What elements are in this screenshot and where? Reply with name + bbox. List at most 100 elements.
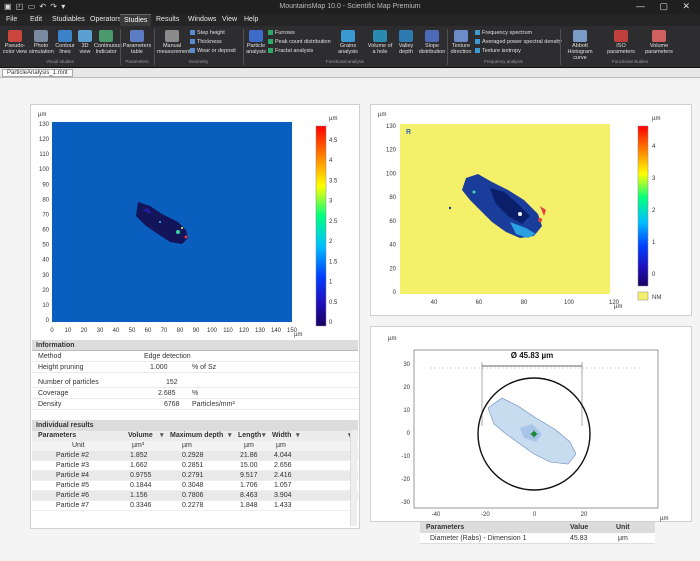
y-tick-label: -10 xyxy=(401,454,410,460)
x-tick-label: 140 xyxy=(271,328,282,334)
grains-analysis-button[interactable]: Grains analysis xyxy=(332,30,364,55)
colorbar-tick-label: 1 xyxy=(652,240,656,246)
volume-parameters-button[interactable]: Volume parameters xyxy=(642,30,676,55)
furrows-icon xyxy=(268,30,273,36)
texture-isotropy-button[interactable]: Texture isotropy xyxy=(475,48,521,54)
grains-analysis-icon xyxy=(341,30,355,42)
document-tab[interactable]: ParticleAnalysis_1.mnt xyxy=(2,69,73,77)
table-row[interactable]: Particle #3 1.662 0.2851 15.00 2.656 xyxy=(32,461,358,471)
photo-simulation-button[interactable]: Photo simulation xyxy=(29,30,54,55)
menu-help[interactable]: Help xyxy=(240,14,262,26)
fractal-analysis-button[interactable]: Fractal analysis xyxy=(268,48,313,54)
y-tick-label: -30 xyxy=(401,500,410,506)
table-row[interactable]: Diameter (Rabs) - Dimension 1 45.83 µm xyxy=(420,533,655,544)
chevron-down-icon[interactable]: ▾ xyxy=(262,431,266,441)
pseudo-color-button[interactable]: Pseudo-color view xyxy=(2,30,28,55)
menu-view[interactable]: View xyxy=(218,14,241,26)
x-tick-label: 120 xyxy=(239,328,250,334)
texture-direction-button[interactable]: Texture direction xyxy=(449,30,473,55)
col-volume[interactable]: Volume xyxy=(128,431,153,441)
menu-edit[interactable]: Edit xyxy=(26,14,46,26)
table-row[interactable]: Particle #4 0.9755 0.2791 9.517 2.416 xyxy=(32,471,358,481)
parameters-table-button[interactable]: Parameters table xyxy=(122,30,152,55)
cell-depth: 0.2791 xyxy=(182,472,204,479)
peak-count-button[interactable]: Peak count distribution xyxy=(268,39,331,45)
y-axis-unit: µm xyxy=(38,112,46,118)
menu-studiables[interactable]: Studiables xyxy=(48,14,89,26)
y-tick-label: 100 xyxy=(386,171,397,177)
y-tick-label: 20 xyxy=(389,266,396,272)
y-tick-label: 10 xyxy=(403,408,410,414)
menu-studies[interactable]: Studies xyxy=(120,14,152,26)
nm-label: NM xyxy=(652,295,661,301)
window-title: MountainsMap 10.0 - Scientific Map Premi… xyxy=(279,3,421,10)
cell-volume: 1.852 xyxy=(130,452,148,459)
table-header: Parameters Value Unit xyxy=(420,522,655,533)
cell-depth: 0.2851 xyxy=(182,462,204,469)
group-label: Visual studies xyxy=(46,59,74,64)
ribbon: Pseudo-color view Photo simulation Conto… xyxy=(0,26,700,68)
valley-depth-button[interactable]: Valley depth xyxy=(395,30,417,55)
volume-parameters-icon xyxy=(652,30,666,42)
col-max-depth[interactable]: Maximum depth xyxy=(170,431,223,441)
y-axis-unit: µm xyxy=(378,112,386,118)
group-label: Frequency analysis xyxy=(484,59,523,64)
peak-count-icon xyxy=(268,39,273,45)
y-axis-ticks: 30 20 10 0 -10 -20 -30 xyxy=(401,362,410,506)
continuous-indicator-button[interactable]: Continuous Indicator xyxy=(94,30,122,55)
x-tick-label: 90 xyxy=(193,328,200,334)
cell-length: 21.86 xyxy=(240,452,258,459)
info-unit: % xyxy=(192,390,199,397)
chevron-down-icon[interactable]: ▾ xyxy=(160,431,164,441)
info-row: Number of particles 152 xyxy=(32,377,358,388)
manual-measurements-button[interactable]: Manual measurements xyxy=(157,30,193,55)
cell-depth: 0.7806 xyxy=(182,492,204,499)
col-width[interactable]: Width xyxy=(272,431,291,441)
colorbar-ticks: 4.5 4 3.5 3 2.5 2 1.5 1 0.5 0 xyxy=(329,138,338,326)
results-scrollbar[interactable] xyxy=(350,430,357,526)
averaged-psd-button[interactable]: Averaged power spectral density xyxy=(475,39,562,45)
menu-bar: File Edit Studiables Operators Studies R… xyxy=(0,14,700,26)
particle-analysis-button[interactable]: Particle analysis xyxy=(245,30,267,55)
y-tick-label: 100 xyxy=(39,167,50,173)
menu-results[interactable]: Results xyxy=(152,14,183,26)
iso-parameters-button[interactable]: ISO parameters xyxy=(604,30,638,55)
particle-name: Particle #3 xyxy=(56,462,90,469)
abbott-histogram-button[interactable]: Abbott Histogram curve xyxy=(562,30,598,61)
table-row[interactable]: Particle #5 0.1844 0.3048 1.706 1.057 xyxy=(32,481,358,491)
wear-deposit-button[interactable]: Wear or deposit xyxy=(190,48,236,54)
window-controls[interactable]: — ▢ ✕ xyxy=(636,1,696,12)
chevron-down-icon[interactable]: ▾ xyxy=(228,431,232,441)
y-axis-ticks: 1301201101009080706050403020100 xyxy=(39,122,50,324)
fractal-analysis-icon xyxy=(268,48,273,54)
furrows-button[interactable]: Furrows xyxy=(268,30,295,36)
table-row[interactable]: Particle #7 0.3346 0.2278 1.848 1.433 xyxy=(32,501,358,511)
x-tick-label: 60 xyxy=(476,300,483,306)
col-length[interactable]: Length xyxy=(238,431,261,441)
slope-distribution-button[interactable]: Slope distribution xyxy=(418,30,446,55)
3d-view-button[interactable]: 3D view xyxy=(77,30,93,55)
cell-volume: 0.1844 xyxy=(130,482,152,489)
y-tick-label: 130 xyxy=(386,124,397,130)
chevron-down-icon[interactable]: ▾ xyxy=(296,431,300,441)
wear-deposit-icon xyxy=(190,48,195,54)
colorbar-tick-label: 4 xyxy=(652,144,656,150)
info-name: Number of particles xyxy=(38,379,99,386)
left-height-map: µm 1301201101009080706050403020100 0 10 20… xyxy=(38,112,338,338)
nm-swatch xyxy=(637,291,649,301)
menu-file[interactable]: File xyxy=(2,14,21,26)
contour-lines-button[interactable]: Contour lines xyxy=(54,30,76,55)
x-tick-label: 10 xyxy=(65,328,72,334)
cell-length: 15.00 xyxy=(240,462,258,469)
volume-of-hole-button[interactable]: Volume of a hole xyxy=(366,30,394,55)
cell-volume: 1.662 xyxy=(130,462,148,469)
frequency-spectrum-button[interactable]: Frequency spectrum xyxy=(475,30,532,36)
menu-windows[interactable]: Windows xyxy=(184,14,220,26)
step-height-button[interactable]: Step height xyxy=(190,30,225,36)
parameter-unit: µm xyxy=(618,535,628,542)
col-parameters: Parameters xyxy=(38,432,77,439)
table-row[interactable]: Particle #6 1.156 0.7806 8.463 3.904 xyxy=(32,491,358,501)
table-row[interactable]: Particle #2 1.852 0.2928 21.86 4.044 xyxy=(32,451,358,461)
thickness-button[interactable]: Thickness xyxy=(190,39,222,45)
unit-cell: Unit xyxy=(72,442,85,449)
